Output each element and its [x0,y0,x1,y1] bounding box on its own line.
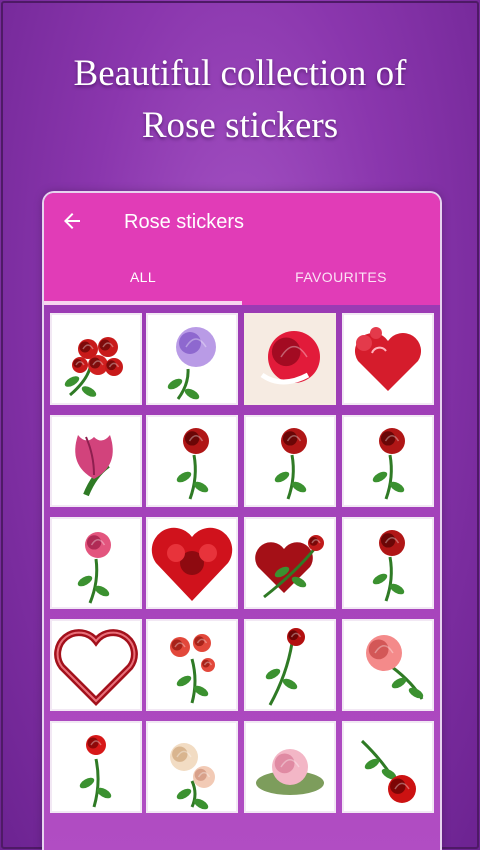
sticker-red-white-rose[interactable] [244,313,336,405]
promo-line-1: Beautiful collection of [73,53,407,94]
promo-line-2: Rose stickers [141,105,339,146]
arrow-left-icon[interactable] [60,209,84,233]
sticker-single-red-rose[interactable] [342,415,434,507]
tab-all[interactable]: ALL [44,269,242,285]
sticker-grid [44,305,440,850]
pink-rose-image [77,532,111,604]
phone-screen: Rose stickers ALL FAVOURITES [44,193,440,850]
sticker-heart-outline[interactable] [50,619,142,711]
sticker-coral-rose[interactable] [342,619,434,711]
sticker-red-rose-heart[interactable] [146,517,238,609]
sticker-red-rose-bouquet[interactable] [50,313,142,405]
pink-tulip-image [75,435,113,497]
sticker-red-rose-small[interactable] [50,721,142,813]
pink-rose-bowl-image [256,749,324,795]
sticker-red-rose-bush[interactable] [146,619,238,711]
heart-outline-image [54,629,138,706]
tab-favourites[interactable]: FAVOURITES [242,269,440,285]
sticker-single-red-rose[interactable] [342,517,434,609]
sticker-rose-heart-with-stem[interactable] [244,517,336,609]
purple-rose-image [167,327,216,400]
sticker-single-red-rose[interactable] [146,415,238,507]
red-rose-small-image [79,735,112,808]
single-red-rose-image [176,428,209,500]
sticker-pink-tulip[interactable] [50,415,142,507]
sticker-long-stem-rose[interactable] [244,619,336,711]
cream-roses-image [170,743,215,810]
red-rose-bouquet-image [64,337,123,397]
sticker-single-red-rose[interactable] [244,415,336,507]
red-rose-heart-image [151,527,233,601]
single-red-rose-image [274,428,307,500]
single-red-rose-image [372,428,405,500]
long-stem-rose-image [265,628,305,706]
single-red-rose-image [372,530,405,602]
sticker-cream-roses[interactable] [146,721,238,813]
hearts-card-image [354,327,422,391]
sticker-pink-rose[interactable] [50,517,142,609]
red-rose-sprig-image [360,739,416,803]
red-white-rose-image [244,313,336,405]
sticker-pink-rose-bowl[interactable] [244,721,336,813]
sticker-hearts-card[interactable] [342,313,434,405]
page-title: Rose stickers [124,211,245,233]
red-rose-bush-image [170,634,215,704]
sticker-red-rose-sprig[interactable] [342,721,434,813]
coral-rose-image [366,635,424,700]
app-bar: Rose stickers ALL FAVOURITES [44,193,440,305]
promo-headline: Beautiful collection of Rose stickers [0,48,480,152]
rose-heart-with-stem-image [255,535,324,599]
sticker-purple-rose[interactable] [146,313,238,405]
